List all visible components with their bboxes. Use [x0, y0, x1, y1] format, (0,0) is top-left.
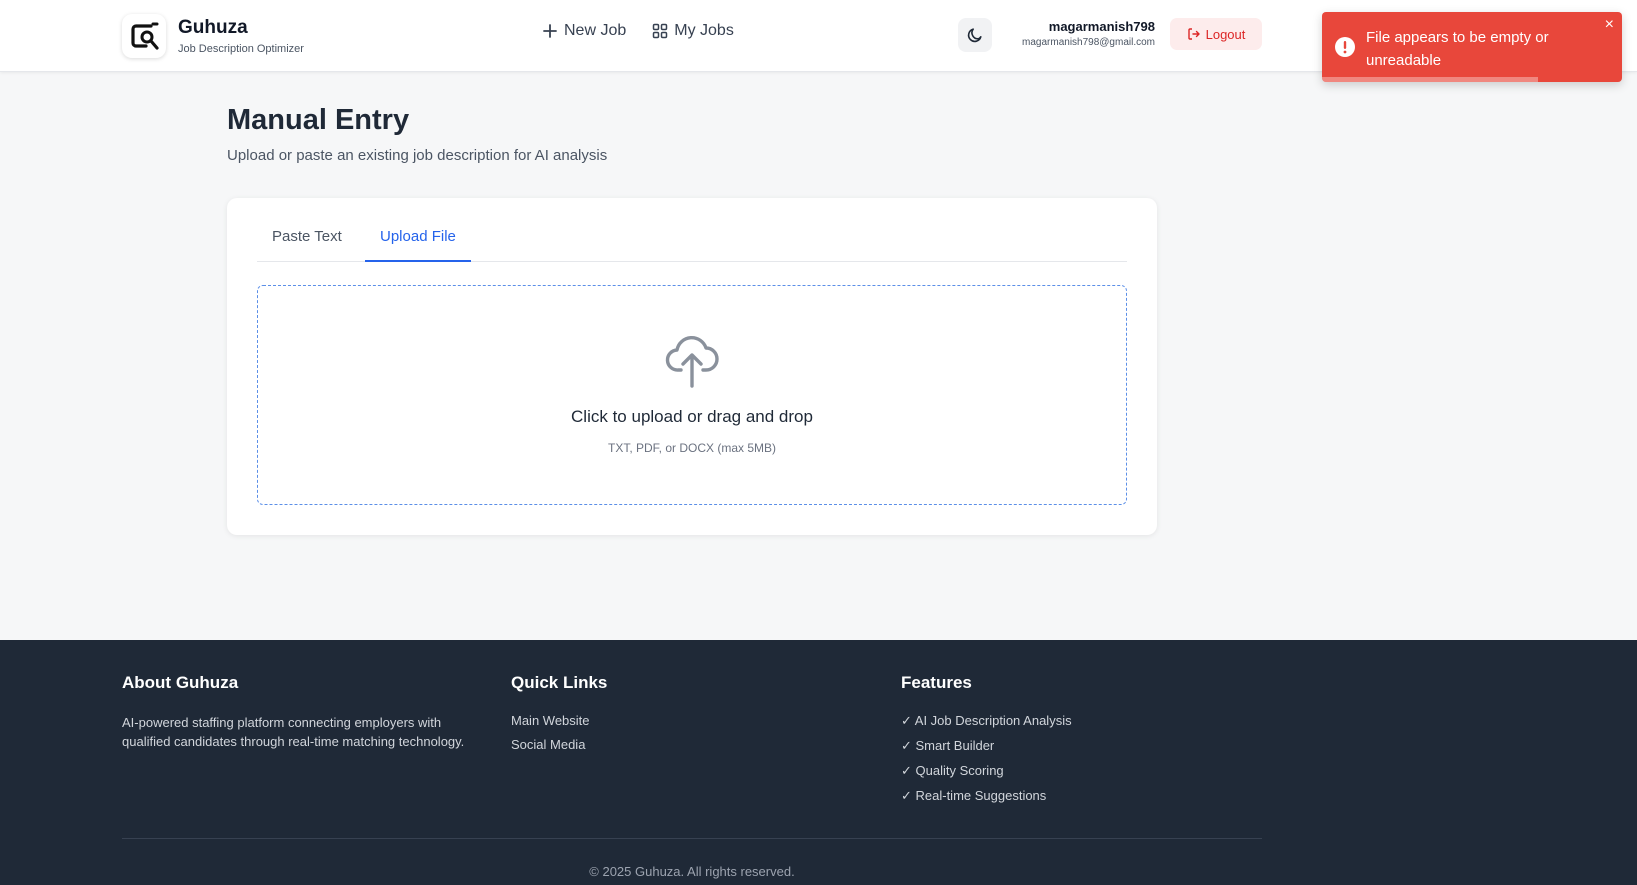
grid-icon	[653, 23, 668, 39]
brand-subtitle: Job Description Optimizer	[178, 43, 304, 55]
user-info: magarmanish798 magarmanish798@gmail.com	[1000, 19, 1155, 48]
page-title: Manual Entry	[227, 104, 410, 136]
footer-divider	[122, 838, 1262, 839]
site-footer: About Guhuza AI-powered staffing platfor…	[0, 640, 1637, 885]
tab-upload-file[interactable]: Upload File	[365, 228, 471, 262]
logo-icon	[122, 14, 166, 58]
footer-link-main-website[interactable]: Main Website	[511, 713, 607, 728]
footer-links-heading: Quick Links	[511, 673, 608, 692]
nav-new-job-label: New Job	[564, 22, 627, 39]
footer-about-text: AI-powered staffing platform connecting …	[122, 715, 465, 749]
error-toast[interactable]: File appears to be empty or unreadable ×	[1322, 12, 1622, 82]
main-nav: New Job My Jobs	[542, 22, 734, 40]
entry-tabs: Paste Text Upload File	[257, 216, 1127, 262]
page-subtitle: Upload or paste an existing job descript…	[227, 147, 608, 164]
toast-message: File appears to be empty or unreadable	[1366, 29, 1549, 69]
footer-about: About Guhuza AI-powered staffing platfor…	[122, 673, 482, 751]
theme-toggle-button[interactable]	[958, 18, 992, 52]
dropzone-hint: TXT, PDF, or DOCX (max 5MB)	[607, 441, 777, 455]
user-email: magarmanish798@gmail.com	[1022, 37, 1155, 48]
plus-icon	[543, 24, 557, 38]
logout-icon	[1187, 28, 1200, 40]
alert-icon	[1335, 37, 1355, 57]
page: Guhuza Job Description Optimizer New Job…	[0, 0, 1637, 885]
footer-quick-links: Quick Links Main Website Social Media	[511, 673, 607, 761]
logout-button[interactable]: Logout	[1170, 18, 1262, 50]
brand-name: Guhuza	[178, 17, 248, 38]
dropzone-title: Click to upload or drag and drop	[571, 407, 813, 426]
tab-paste-text[interactable]: Paste Text	[257, 228, 357, 262]
copyright-text: © 2025 Guhuza. All rights reserved.	[589, 864, 795, 879]
footer-features-heading: Features	[901, 673, 972, 692]
feature-item: ✓ Smart Builder	[901, 738, 995, 753]
toast-close-button[interactable]: ×	[1605, 16, 1614, 34]
file-dropzone[interactable]: Click to upload or drag and drop TXT, PD…	[257, 285, 1127, 505]
cloud-upload-icon	[665, 336, 719, 388]
user-name: magarmanish798	[1048, 19, 1155, 34]
feature-item: ✓ Real-time Suggestions	[901, 788, 1047, 803]
entry-card: Paste Text Upload File Click to upload o…	[227, 198, 1157, 535]
moon-icon	[967, 28, 982, 43]
toast-progress-bar	[1322, 77, 1538, 82]
footer-about-heading: About Guhuza	[122, 673, 239, 692]
nav-my-jobs[interactable]: My Jobs	[652, 22, 734, 40]
feature-item: ✓ AI Job Description Analysis	[901, 713, 1072, 728]
footer-features: Features ✓ AI Job Description Analysis ✓…	[901, 673, 1072, 813]
logout-label: Logout	[1205, 26, 1246, 42]
nav-new-job[interactable]: New Job	[542, 22, 626, 40]
footer-link-social-media[interactable]: Social Media	[511, 737, 607, 752]
nav-my-jobs-label: My Jobs	[674, 22, 734, 39]
brand[interactable]: Guhuza Job Description Optimizer	[122, 14, 304, 58]
feature-item: ✓ Quality Scoring	[901, 763, 1004, 778]
